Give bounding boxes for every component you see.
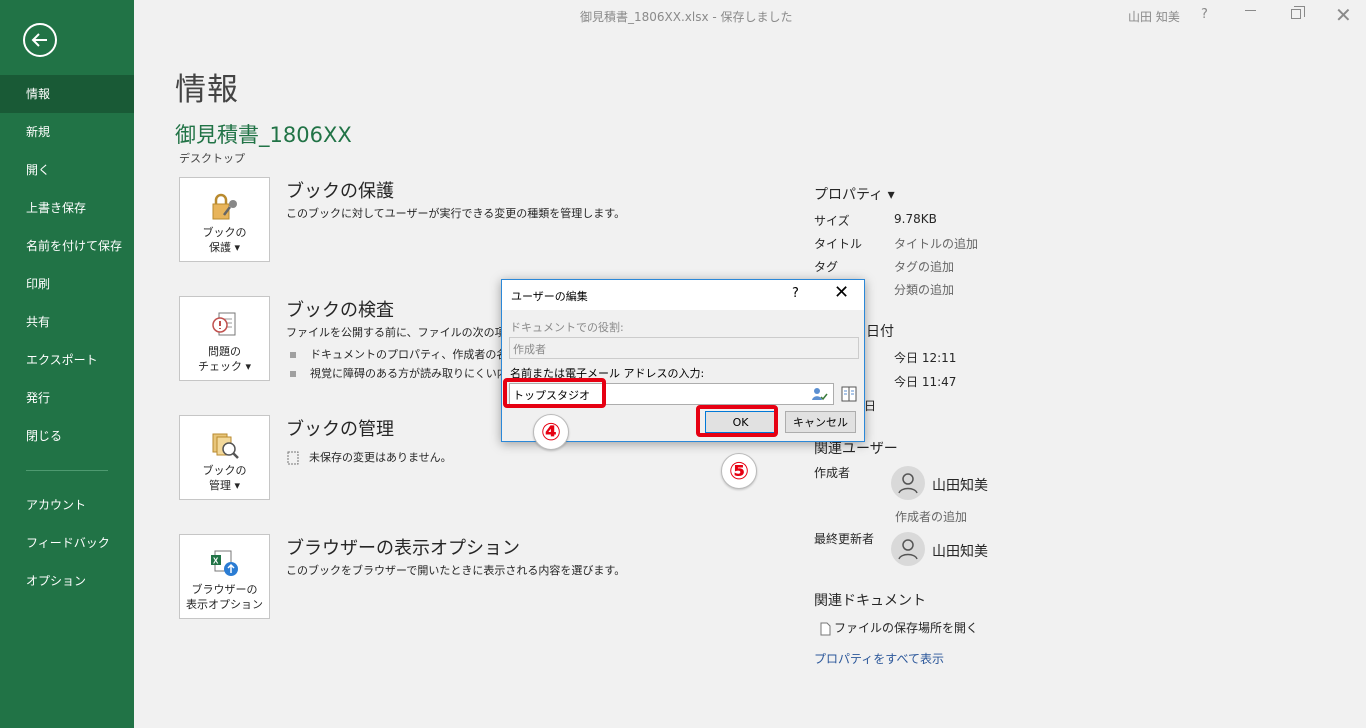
step-5-marker: ⑤ — [721, 453, 757, 489]
browser-options-label: ブラウザーの 表示オプション — [186, 583, 263, 611]
related-docs-header: 関連ドキュメント — [814, 593, 926, 609]
name-email-input[interactable]: トップスタジオ — [509, 383, 834, 405]
backstage-sidebar: 情報 新規 開く 上書き保存 名前を付けて保存 印刷 共有 エクスポート 発行 … — [0, 0, 134, 728]
inspect-document-icon — [211, 312, 235, 336]
nav-divider — [26, 470, 108, 471]
manage-workbook-button[interactable]: ブックの 管理 ▾ — [179, 415, 270, 500]
page-title: 情報 — [175, 72, 239, 108]
inspect-bullet-properties: ドキュメントのプロパティ、作成者の名前、 — [290, 346, 529, 362]
manage-title: ブックの管理 — [286, 419, 394, 440]
dialog-title: ユーザーの編集 — [511, 290, 588, 303]
add-tags-field[interactable]: タグの追加 — [894, 258, 954, 275]
file-name: 御見積書_1806XX — [175, 123, 352, 147]
nav-close[interactable]: 閉じる — [0, 417, 134, 455]
address-book-icon[interactable] — [840, 385, 858, 407]
check-issues-button[interactable]: 問題の チェック ▾ — [179, 296, 270, 381]
back-arrow-icon[interactable] — [23, 23, 57, 57]
file-location: デスクトップ — [179, 152, 245, 165]
svg-text:X: X — [213, 557, 219, 566]
nav-info[interactable]: 情報 — [0, 75, 134, 113]
check-issues-label: 問題の チェック ▾ — [197, 345, 252, 373]
show-all-properties-link[interactable]: プロパティをすべて表示 — [814, 650, 944, 667]
nav-options[interactable]: オプション — [0, 562, 134, 600]
window-close-icon[interactable]: ✕ — [1335, 3, 1352, 27]
author-avatar — [891, 466, 925, 500]
manage-description: 未保存の変更はありません。 — [287, 449, 452, 465]
dialog-help-button[interactable]: ? — [792, 286, 799, 301]
add-category-field[interactable]: 分類の追加 — [894, 281, 954, 298]
inspect-bullet-accessibility: 視覚に障碍のある方が読み取りにくい内 — [290, 365, 508, 381]
manage-button-label: ブックの 管理 ▾ — [202, 464, 247, 492]
add-author-link[interactable]: 作成者の追加 — [895, 508, 967, 525]
inspect-title: ブックの検査 — [286, 300, 394, 321]
name-email-label: 名前または電子メール アドレスの入力: — [510, 367, 705, 380]
dialog-titlebar: ユーザーの編集 ? ✕ — [502, 280, 864, 310]
protect-title: ブックの保護 — [286, 181, 394, 202]
dialog-close-icon[interactable]: ✕ — [834, 282, 849, 303]
dates-header-fragment: 日付 — [866, 324, 894, 340]
step-4-marker: ④ — [533, 414, 569, 450]
check-names-icon[interactable] — [811, 385, 829, 407]
nav-print[interactable]: 印刷 — [0, 265, 134, 303]
browser-title: ブラウザーの表示オプション — [286, 538, 520, 559]
add-title-field[interactable]: タイトルの追加 — [894, 235, 978, 252]
last-modified-avatar — [891, 532, 925, 566]
cancel-button[interactable]: キャンセル — [785, 411, 856, 433]
nav-share[interactable]: 共有 — [0, 303, 134, 341]
document-icon — [820, 622, 831, 635]
title-bar: 御見積書_1806XX.xlsx - 保存しました 山田 知美 ? ✕ — [134, 0, 1366, 32]
excel-globe-icon: X — [210, 550, 238, 576]
help-button[interactable]: ? — [1201, 7, 1208, 22]
manage-versions-icon — [212, 433, 239, 459]
open-file-location-link[interactable]: ファイルの保存場所を開く — [820, 619, 978, 636]
author-name: 山田知美 — [932, 478, 988, 494]
role-field: 作成者 — [509, 337, 859, 359]
browser-view-section: X ブラウザーの 表示オプション ブラウザーの表示オプション このブックをブラウザ… — [179, 534, 799, 624]
last-modified-name: 山田知美 — [932, 544, 988, 560]
nav-feedback[interactable]: フィードバック — [0, 524, 134, 562]
backstage-nav: 情報 新規 開く 上書き保存 名前を付けて保存 印刷 共有 エクスポート 発行 … — [0, 75, 134, 600]
nav-publish[interactable]: 発行 — [0, 379, 134, 417]
nav-open[interactable]: 開く — [0, 151, 134, 189]
role-label: ドキュメントでの役割: — [510, 321, 624, 334]
document-title: 御見積書_1806XX.xlsx - 保存しました — [580, 10, 793, 24]
protect-description: このブックに対してユーザーが実行できる変更の種類を管理します。 — [286, 207, 626, 220]
protect-workbook-section: ブックの 保護 ▾ ブックの保護 このブックに対してユーザーが実行できる変更の種類… — [179, 177, 799, 267]
restore-icon[interactable] — [1291, 6, 1305, 19]
ok-button[interactable]: OK — [705, 411, 776, 433]
protect-workbook-button[interactable]: ブックの 保護 ▾ — [179, 177, 270, 262]
signed-in-user[interactable]: 山田 知美 — [1128, 8, 1180, 25]
minimize-icon[interactable] — [1245, 10, 1256, 11]
nav-save-as[interactable]: 名前を付けて保存 — [0, 227, 134, 265]
nav-account[interactable]: アカウント — [0, 486, 134, 524]
nav-export[interactable]: エクスポート — [0, 341, 134, 379]
browser-description: このブックをブラウザーで開いたときに表示される内容を選びます。 — [286, 564, 626, 577]
document-dotted-icon — [287, 451, 299, 465]
inspect-description: ファイルを公開する前に、ファイルの次の項目を — [286, 326, 528, 339]
protect-button-label: ブックの 保護 ▾ — [202, 226, 247, 254]
properties-header[interactable]: プロパティ ▾ — [814, 184, 1044, 204]
nav-save[interactable]: 上書き保存 — [0, 189, 134, 227]
browser-view-options-button[interactable]: X ブラウザーの 表示オプション — [179, 534, 270, 619]
lock-key-icon — [212, 193, 237, 220]
nav-new[interactable]: 新規 — [0, 113, 134, 151]
